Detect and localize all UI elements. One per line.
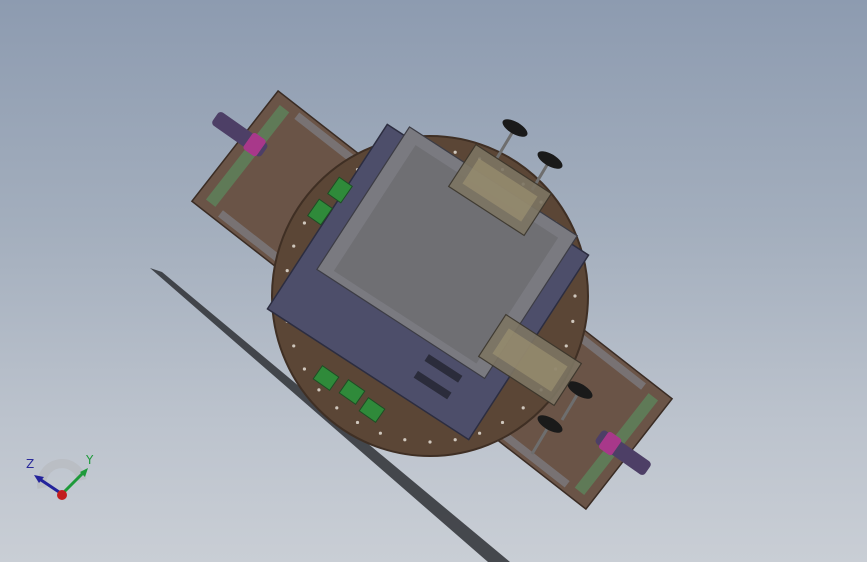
bolt-hole [521, 406, 525, 410]
bolt-hole [302, 221, 307, 225]
bolt-hole [302, 367, 307, 371]
origin-dot-icon [57, 490, 67, 500]
bolt-hole [564, 344, 568, 348]
bolt-hole [317, 388, 321, 392]
bolt-hole [292, 244, 296, 248]
bolt-hole [500, 420, 505, 425]
bolt-hole [335, 406, 339, 410]
bolt-hole [571, 319, 575, 323]
y-axis-arrow-icon [60, 470, 86, 496]
bolt-hole [477, 431, 482, 435]
bolt-hole [453, 150, 457, 154]
bolt-hole [292, 344, 296, 348]
cad-model-view[interactable] [0, 0, 867, 562]
bolt-hole [428, 440, 432, 444]
bolt-hole [453, 438, 457, 442]
bolt-hole [355, 420, 360, 425]
bolt-hole [403, 438, 407, 442]
bolt-hole [378, 431, 383, 435]
graphics-viewport[interactable]: Z Y [0, 0, 867, 562]
bolt-hole [285, 269, 289, 273]
bolt-hole [573, 294, 577, 298]
z-axis-label: Z [26, 457, 35, 471]
y-axis-label: Y [86, 453, 94, 467]
clamp-knob-0 [502, 119, 528, 137]
fixture-assembly[interactable] [0, 0, 674, 511]
clamp-knob-1 [537, 151, 563, 169]
